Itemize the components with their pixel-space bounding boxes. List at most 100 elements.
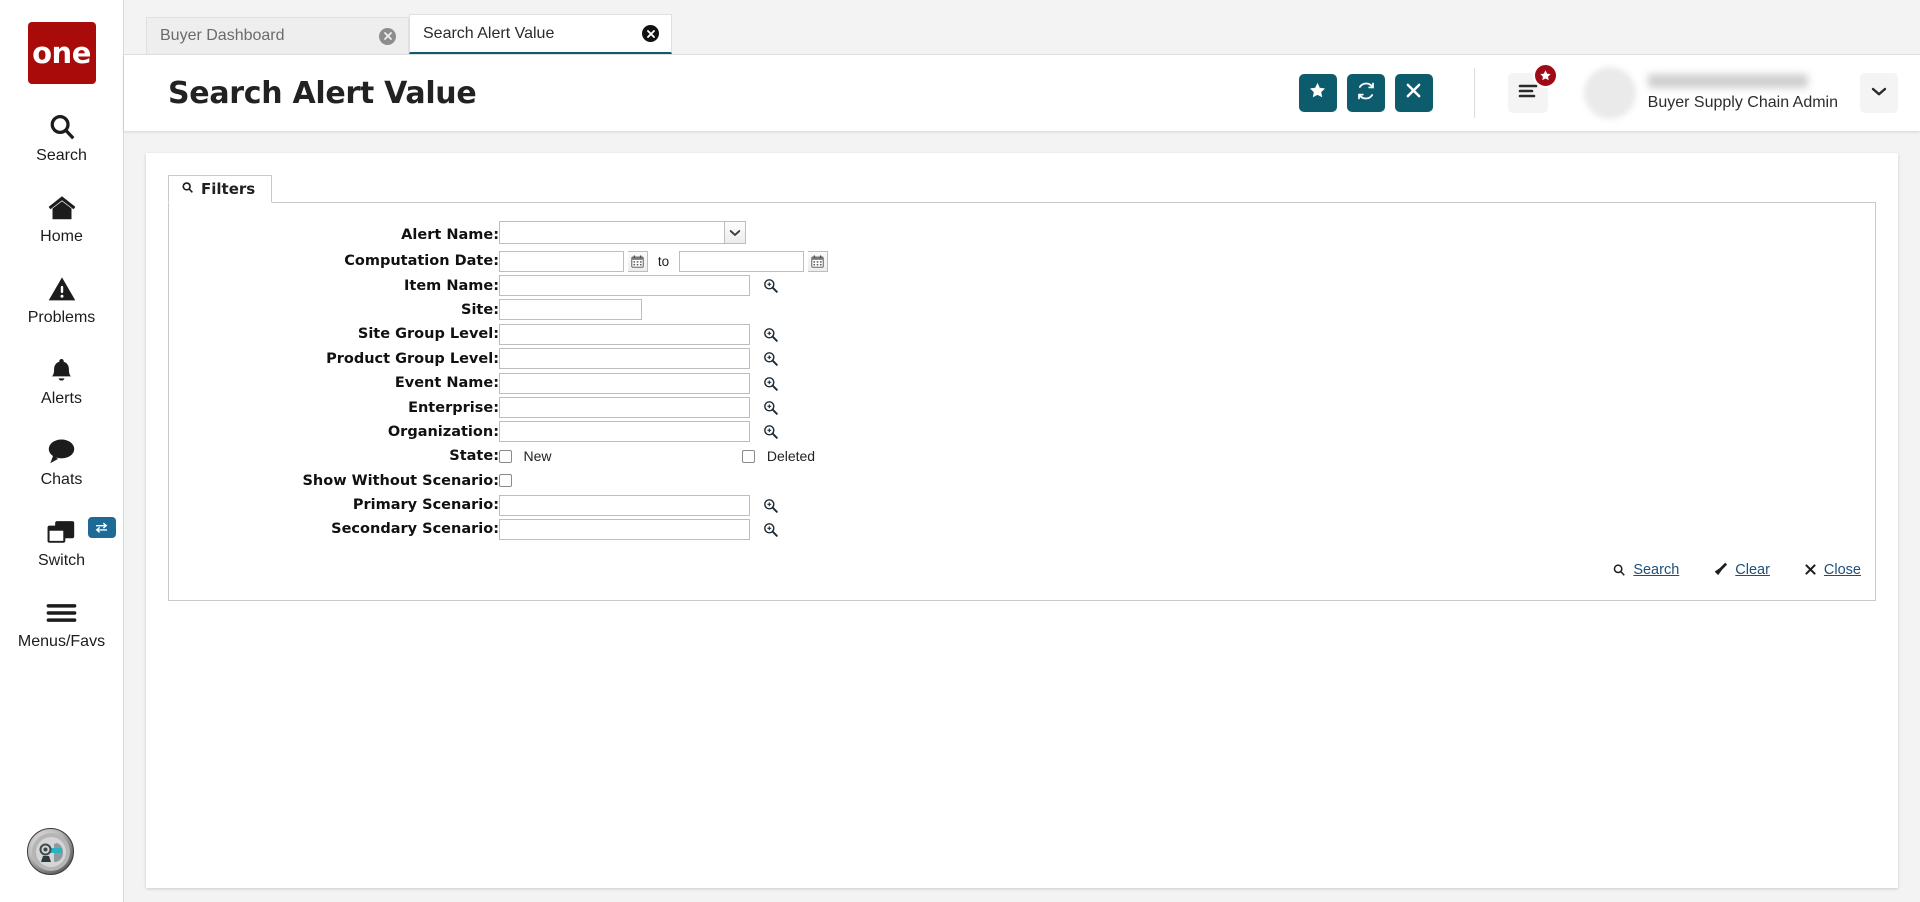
magnifier-lookup-icon[interactable] [763,351,779,367]
filter-label: Secondary Scenario: [331,521,499,538]
broom-icon [1713,562,1728,577]
state-new-label: New [523,448,552,465]
site-group-level-input[interactable] [499,323,750,345]
site-input[interactable] [499,299,642,321]
date-range-separator: to [657,253,670,269]
refresh-button[interactable] [1346,74,1385,112]
show-without-scenario-checkbox[interactable] [499,473,512,487]
page-title: Search Alert Value [168,75,477,111]
user-role-label: Buyer Supply Chain Admin [1647,94,1838,111]
hamburger-icon [46,596,77,630]
close-circle-icon[interactable] [642,25,659,42]
clear-link[interactable]: Clear [1713,562,1770,578]
user-account-area[interactable]: Buyer Supply Chain Admin [1583,67,1838,119]
close-circle-icon[interactable] [379,27,396,45]
magnifier-lookup-icon[interactable] [763,327,779,342]
x-icon [1804,563,1817,576]
sidebar-item-problems[interactable]: Problems [0,272,124,327]
filter-row-site-group-level: Site Group Level: [169,322,828,346]
filter-control [499,469,828,493]
favorite-button[interactable] [1298,74,1337,112]
calendar-icon[interactable] [808,250,829,272]
state-deleted-checkbox[interactable] [742,449,756,463]
filters-panel-body: Alert Name: Computation Date: to Item Na… [168,203,1876,601]
magnifier-lookup-icon[interactable] [763,498,779,513]
filter-row-event-name: Event Name: [169,371,828,395]
filters-actions: Search Clear Close [169,542,1875,578]
filter-row-item-name: Item Name: [169,273,828,297]
sidebar-item-chats[interactable]: Chats [0,434,124,489]
filter-row-primary-scenario: Primary Scenario: [169,493,828,517]
main-column: Buyer Dashboard Search Alert Value Searc… [124,0,1920,902]
filter-label: Enterprise: [408,399,499,416]
page-header: Search Alert Value Buyer Supply Chain Ad… [124,55,1920,131]
search-icon [47,110,77,144]
product-group-level-input[interactable] [499,348,750,370]
primary-scenario-input[interactable] [499,494,750,516]
tab-filters-label: Filters [201,180,256,198]
state-new-checkbox[interactable] [499,449,512,463]
ai-assistant-avatar-icon[interactable] [27,828,74,875]
filter-row-show-without-scenario: Show Without Scenario: [169,469,828,493]
sidebar-item-search[interactable]: Search [0,110,124,165]
organization-input[interactable] [499,421,750,443]
sidebar-item-menus-favs[interactable]: Menus/Favs [0,596,124,651]
user-menu-toggle[interactable] [1860,73,1898,113]
filter-control [499,221,828,249]
filter-control [499,322,828,346]
menu-lines-icon [1518,83,1538,104]
filter-control [499,298,828,322]
calendar-icon[interactable] [628,250,649,272]
magnifier-lookup-icon[interactable] [763,376,779,391]
filter-control [499,395,828,419]
filter-row-product-group-level: Product Group Level: [169,347,828,371]
search-link-label: Search [1633,561,1680,578]
tab-filters[interactable]: Filters [168,175,273,203]
filter-control [499,420,828,444]
sidebar-item-home[interactable]: Home [0,191,124,246]
x-icon [1405,82,1422,104]
user-meta: Buyer Supply Chain Admin [1647,74,1838,112]
app-logo[interactable]: one [27,22,96,84]
sidebar-item-alerts[interactable]: Alerts [0,353,124,408]
filter-row-computation-date: Computation Date: to [169,249,829,273]
filter-label: Site Group Level: [357,326,499,343]
filter-control: New Deleted [499,444,828,468]
magnifier-lookup-icon[interactable] [763,424,779,440]
chevron-down-icon[interactable] [724,221,746,244]
computation-date-from-input[interactable] [499,250,624,272]
filter-label: Item Name: [404,277,499,294]
content-card: Filters Alert Name: Computation Date: to… [146,153,1898,888]
secondary-scenario-input[interactable] [499,518,750,540]
tab-search-alert-value[interactable]: Search Alert Value [409,14,672,54]
event-name-input[interactable] [499,372,750,394]
tab-buyer-dashboard[interactable]: Buyer Dashboard [146,17,409,54]
filters-form: Alert Name: Computation Date: to Item Na… [169,221,829,542]
search-link[interactable]: Search [1612,562,1679,578]
state-deleted-label: Deleted [766,448,816,465]
magnifier-lookup-icon[interactable] [763,278,779,293]
header-action-buttons [1298,74,1433,112]
sidebar-item-label: Home [40,228,83,245]
filter-label: Product Group Level: [326,350,499,367]
filter-control [499,493,828,517]
swap-arrows-icon[interactable] [87,517,116,538]
sidebar-item-label: Chats [40,471,83,488]
computation-date-to-input[interactable] [678,250,804,272]
application-root: one Search Home Problems Alerts Chats Sw… [0,0,1920,902]
enterprise-input[interactable] [499,397,750,419]
sidebar-item-switch[interactable]: Switch [0,515,124,570]
sidebar-item-label: Problems [27,309,96,326]
header-divider [1473,68,1475,118]
item-name-input[interactable] [499,275,750,297]
close-link[interactable]: Close [1804,562,1861,578]
sidebar-item-label: Switch [37,552,86,569]
alert-name-select[interactable] [499,221,746,244]
magnifier-lookup-icon[interactable] [763,400,779,415]
sidebar-item-label: Menus/Favs [17,633,106,650]
bell-icon [48,353,75,387]
magnifier-lookup-icon[interactable] [763,522,779,537]
filter-label: Site: [461,301,499,318]
close-page-button[interactable] [1394,74,1433,112]
menu-button[interactable] [1507,63,1558,113]
